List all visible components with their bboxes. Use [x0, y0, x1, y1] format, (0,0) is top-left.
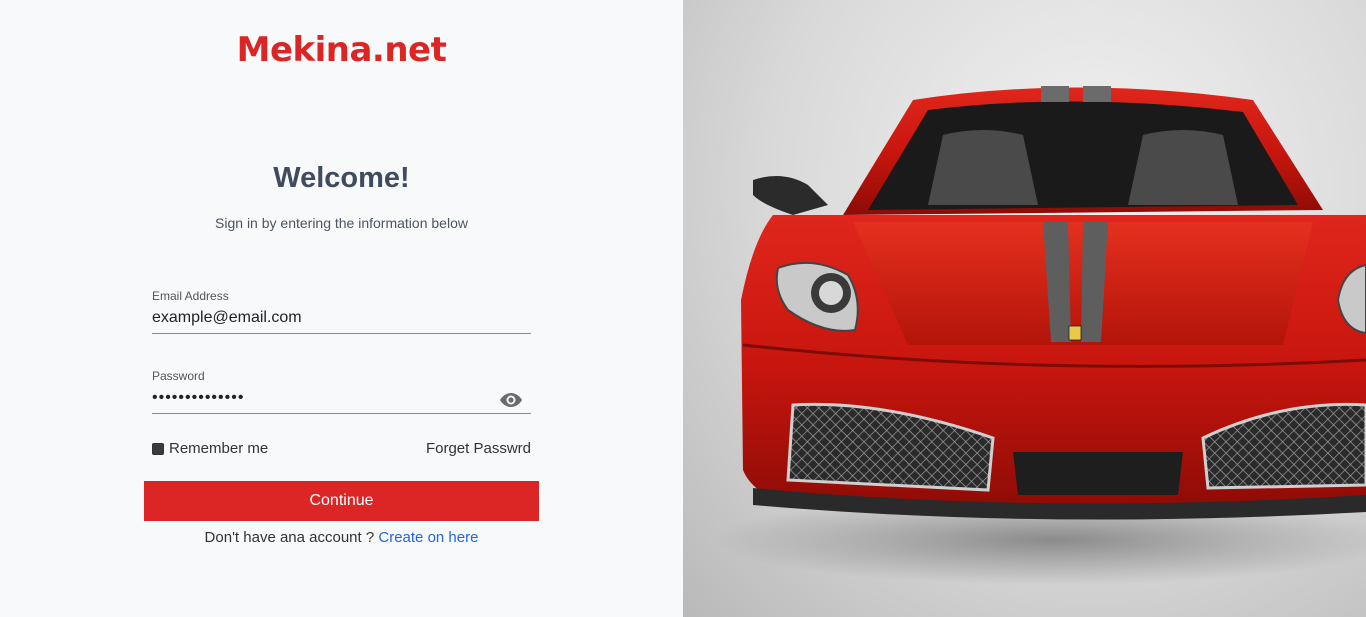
page-title: Welcome!	[273, 162, 410, 194]
create-account-link[interactable]: Create on here	[378, 529, 478, 546]
forgot-password-link[interactable]: Forget Passwrd	[426, 440, 531, 457]
login-options: Remember me Forget Passwrd	[152, 440, 531, 460]
password-label: Password	[152, 369, 205, 383]
hero-image	[683, 0, 1366, 617]
page-subtitle: Sign in by entering the information belo…	[215, 215, 468, 231]
eye-icon[interactable]	[499, 392, 523, 408]
password-group: Password	[152, 369, 531, 414]
sports-car-illustration	[713, 86, 1366, 585]
continue-button[interactable]: Continue	[144, 481, 539, 521]
login-panel: Mekina.net Welcome! Sign in by entering …	[0, 0, 683, 617]
remember-me-checkbox[interactable]: Remember me	[152, 440, 268, 457]
signup-prompt: Don't have ana account ? Create on here	[0, 529, 683, 546]
password-input[interactable]	[152, 383, 531, 414]
remember-me-label[interactable]: Remember me	[169, 440, 268, 457]
signup-prompt-text: Don't have ana account ?	[204, 529, 375, 546]
email-label: Email Address	[152, 289, 229, 303]
checkbox-box[interactable]	[152, 442, 164, 455]
brand-logo[interactable]: Mekina.net	[0, 30, 683, 70]
email-group: Email Address	[152, 289, 531, 334]
email-input[interactable]	[152, 303, 531, 334]
